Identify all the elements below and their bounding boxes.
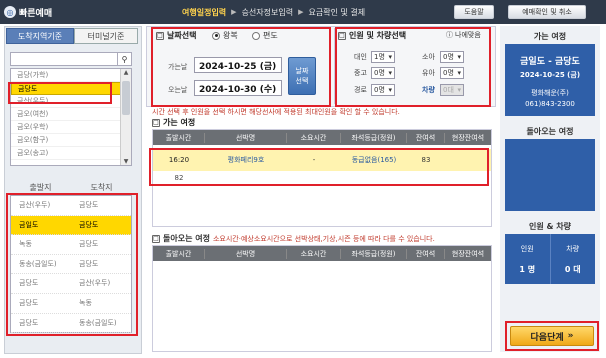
summary-phone: 061)843-2300 (525, 100, 575, 108)
pax-summary-vehicle-value: 0 대 (564, 265, 581, 274)
step-2: 승선자정보입력 (241, 7, 294, 17)
summary-date: 2024-10-25 (금) (519, 71, 581, 79)
summary-go-title: 가는 여정 (533, 32, 567, 41)
region-search-input[interactable] (10, 52, 132, 66)
tab-arrival-region[interactable]: 도착지역기준 (6, 28, 74, 44)
return-notice: 소요시간·예상소요시간으로 선박상태,기상,시즌 등에 따라 다를 수 있습니다… (212, 234, 435, 243)
step-nav: 여행일정입력 ▶ 승선자정보입력 ▶ 요금확인 및 결제 (182, 6, 365, 18)
summary-pax-title: 인원 & 차량 (529, 222, 571, 231)
list-item[interactable]: 금오(송고) (11, 147, 131, 160)
pax-summary-vehicle-label: 차량 (566, 245, 580, 253)
highlight-od-list (6, 193, 138, 336)
return-table-title: □ 돌아오는 여정 소요시간·예상소요시간으로 선박상태,기상,시즌 등에 따라… (152, 233, 435, 244)
time-notice: 시간 선택 후 인원을 선택 하시면 해당선사에 적용된 최대인원을 확인 할 … (152, 108, 400, 116)
pax-summary-people: 인원 1 명 (505, 234, 550, 284)
checkbox-icon: □ (152, 118, 160, 127)
col-depart: 출발시간 (153, 132, 205, 143)
scroll-down-icon[interactable]: ▼ (121, 158, 131, 165)
pax-summary-vehicle: 차량 0 대 (549, 234, 596, 284)
summary-company: 평화해운(주) (531, 89, 569, 97)
step-arrow-icon: ▶ (298, 8, 304, 16)
logo-icon: ◎ (4, 6, 16, 18)
summary-route: 금일도 - 금당도 (520, 57, 580, 67)
go-summary-box: 금일도 - 금당도 2024-10-25 (금) 평화해운(주) 061)843… (505, 44, 595, 116)
col-ship: 선박명 (205, 132, 287, 143)
booking-confirm-button[interactable]: 예매확인 및 취소 (508, 5, 586, 19)
logo: ◎ 빠른예매 (4, 4, 76, 20)
scroll-up-icon[interactable]: ▲ (121, 69, 131, 76)
col-remaining: 잔여석 (407, 248, 445, 259)
checkbox-icon: □ (152, 234, 160, 243)
step-1: 여행일정입력 (182, 7, 227, 17)
go-title-text: 가는 여정 (163, 118, 196, 127)
highlight-region (8, 82, 112, 104)
pax-summary-people-value: 1 명 (519, 265, 536, 274)
pax-summary-people-label: 인원 (520, 245, 534, 253)
return-summary-box (505, 139, 595, 211)
highlight-pax (335, 27, 491, 107)
col-seat-class: 좌석등급(정원) (341, 248, 407, 259)
highlight-date (151, 27, 331, 107)
left-tabs: 도착지역기준 터미널기준 (4, 28, 140, 44)
col-ship: 선박명 (205, 248, 287, 259)
step-arrow-icon: ▶ (231, 8, 237, 16)
region-scrollbar[interactable]: ▲ ▼ (120, 69, 131, 165)
help-button[interactable]: 도움말 (454, 5, 494, 19)
highlight-go-row (149, 148, 489, 186)
logo-text: 빠른예매 (19, 8, 53, 19)
scroll-thumb[interactable] (122, 81, 130, 115)
return-table: 출발시간 선박명 소요시간 좌석등급(정원) 잔여석 현장잔여석 (152, 245, 492, 352)
list-item[interactable]: 금오(우학) (11, 121, 131, 134)
list-item[interactable]: 금오(여천) (11, 108, 131, 121)
list-item[interactable]: 금오(함구) (11, 134, 131, 147)
col-onsite-remaining: 현장잔여석 (451, 249, 485, 258)
return-title-text: 돌아오는 여정 (163, 234, 210, 243)
col-remaining: 잔여석 (407, 132, 445, 143)
col-duration: 소요시간 (287, 248, 341, 259)
col-seat-class: 좌석등급(정원) (341, 132, 407, 143)
pax-summary-box: 인원 1 명 차량 0 대 (505, 234, 595, 284)
list-item[interactable]: 금당(가학) (11, 69, 131, 82)
col-onsite-remaining: 현장잔여석 (451, 133, 485, 142)
go-table-header: 출발시간 선박명 소요시간 좌석등급(정원) 잔여석 현장잔여석 (153, 130, 491, 145)
return-table-header: 출발시간 선박명 소요시간 좌석등급(정원) 잔여석 현장잔여석 (153, 246, 491, 261)
step-3: 요금확인 및 결제 (308, 7, 366, 17)
highlight-next (505, 321, 599, 351)
summary-return-title: 돌아오는 여정 (526, 127, 574, 136)
col-duration: 소요시간 (287, 132, 341, 143)
tab-terminal[interactable]: 터미널기준 (74, 28, 138, 44)
go-table-title: □ 가는 여정 (152, 117, 195, 128)
col-depart: 출발시간 (153, 248, 205, 259)
search-icon[interactable]: ⚲ (117, 53, 131, 65)
